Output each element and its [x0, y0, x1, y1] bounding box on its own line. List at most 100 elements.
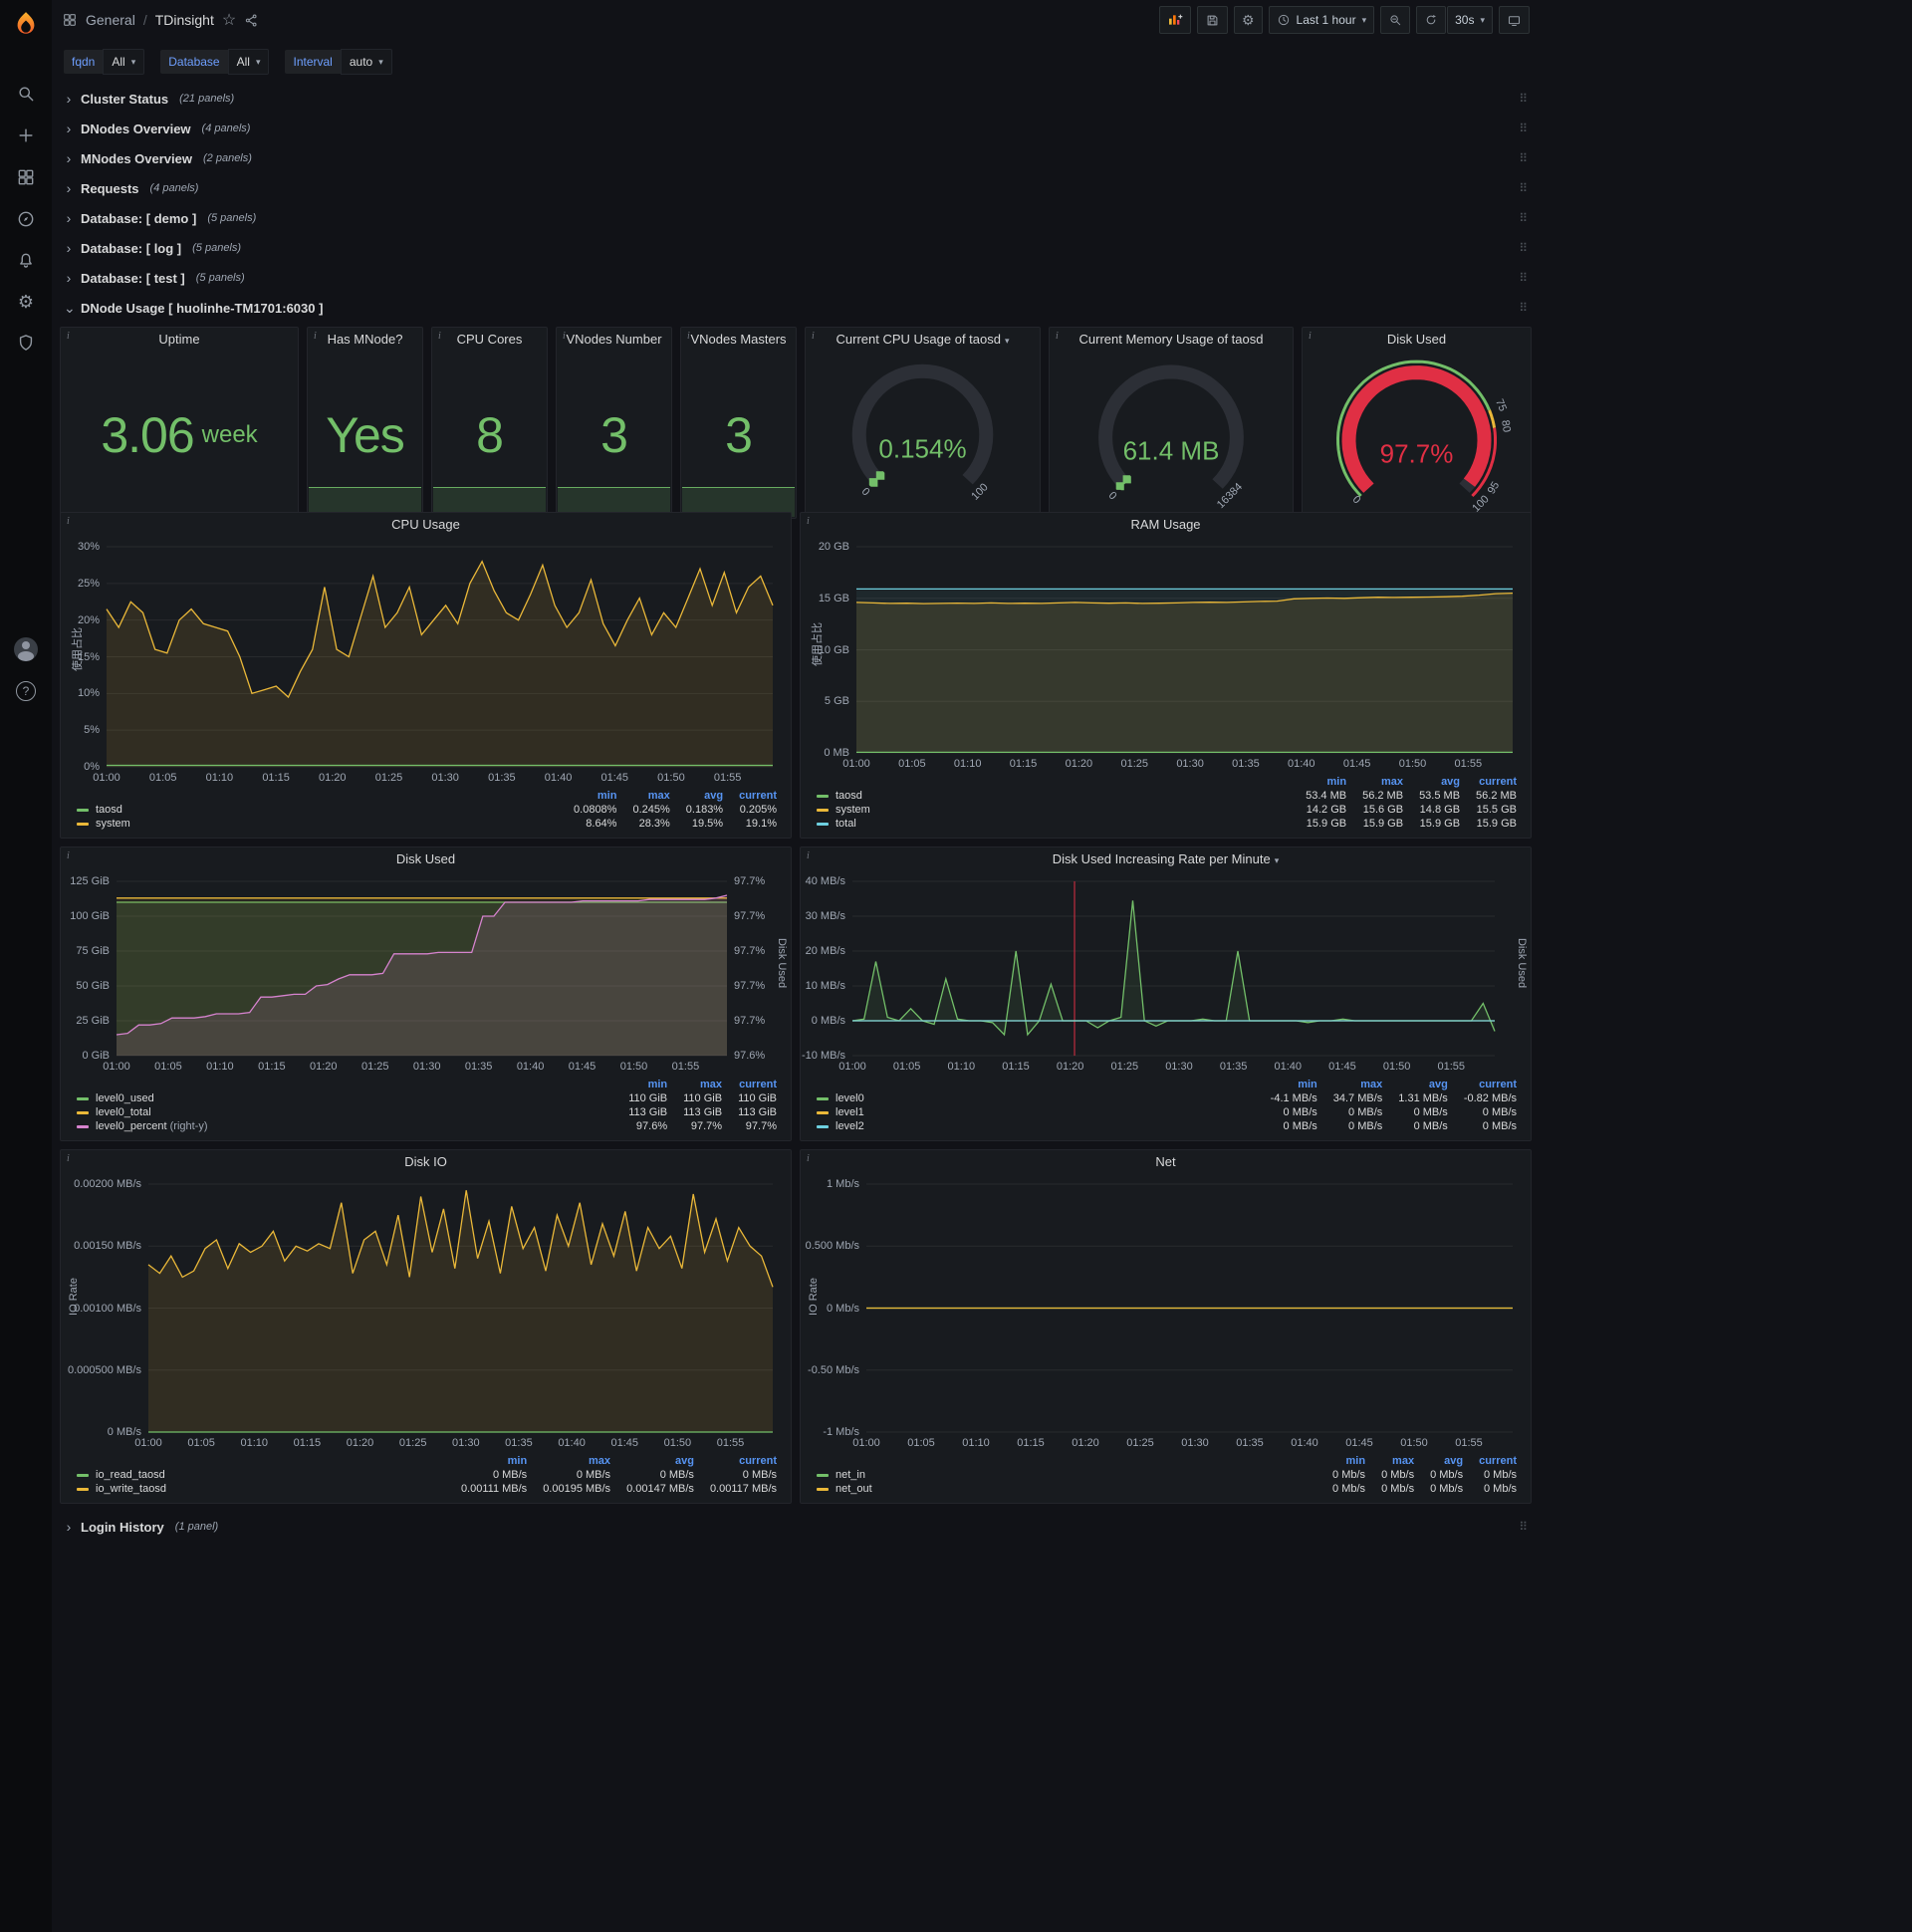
dashboard-row-login-history[interactable]: › Login History (1 panel) ⠿: [60, 1512, 1532, 1542]
panel-info-icon[interactable]: i: [1309, 331, 1312, 342]
dashboard-row-database-demo[interactable]: › Database: [ demo ] (5 panels) ⠿: [60, 203, 1532, 233]
panel-info-icon[interactable]: i: [67, 516, 70, 527]
drag-handle-icon[interactable]: ⠿: [1519, 211, 1528, 225]
variable-interval-value[interactable]: auto ▾: [340, 49, 392, 75]
legend-col-max[interactable]: max: [667, 1078, 722, 1091]
panel-title[interactable]: Disk Used: [1303, 328, 1531, 352]
legend-series-level0-percent[interactable]: level0_percent (right-y): [77, 1119, 612, 1133]
drag-handle-icon[interactable]: ⠿: [1519, 151, 1528, 165]
legend-col-min[interactable]: min: [1316, 1454, 1366, 1468]
drag-handle-icon[interactable]: ⠿: [1519, 121, 1528, 135]
grafana-logo-icon[interactable]: [12, 10, 40, 38]
variable-fqdn-value[interactable]: All ▾: [103, 49, 145, 75]
alerting-bell-icon[interactable]: [16, 251, 36, 271]
legend-series-level0-total[interactable]: level0_total: [77, 1105, 612, 1119]
legend-col-min[interactable]: min: [1255, 1078, 1317, 1091]
legend-col-avg[interactable]: avg: [1403, 775, 1460, 789]
legend-col-current[interactable]: current: [1460, 775, 1517, 789]
legend-series-level0[interactable]: level0: [817, 1091, 1255, 1105]
zoom-out-button[interactable]: [1380, 6, 1411, 34]
legend-col-max[interactable]: max: [1346, 775, 1403, 789]
legend-col-min[interactable]: min: [1290, 775, 1347, 789]
cycle-view-mode-button[interactable]: [1499, 6, 1530, 34]
dashboard-row-cluster-status[interactable]: › Cluster Status (21 panels) ⠿: [60, 84, 1532, 114]
panel-title[interactable]: Disk Used Increasing Rate per Minute ▾: [801, 847, 1531, 871]
chart-plot-disk[interactable]: 0 GiB 25 GiB 50 GiB 75 GiB 100 GiB 125 GiB 01:…: [61, 871, 791, 1076]
chart-plot-rate[interactable]: -10 MB/s 0 MB/s 10 MB/s 20 MB/s 30 MB/s 40 MB…: [801, 871, 1531, 1076]
panel-info-icon[interactable]: i: [807, 516, 810, 527]
save-dashboard-button[interactable]: [1196, 6, 1228, 34]
panel-info-icon[interactable]: i: [807, 1153, 810, 1164]
legend-series-total[interactable]: total: [817, 817, 1290, 831]
drag-handle-icon[interactable]: ⠿: [1519, 92, 1528, 106]
dashboard-row-mnodes-overview[interactable]: › MNodes Overview (2 panels) ⠿: [60, 143, 1532, 173]
legend-col-current[interactable]: current: [694, 1454, 777, 1468]
panel-title[interactable]: Uptime: [61, 328, 298, 352]
explore-compass-icon[interactable]: [16, 209, 36, 229]
refresh-interval-dropdown[interactable]: 30s ▾: [1447, 6, 1493, 34]
panel-title[interactable]: Disk IO: [61, 1150, 791, 1174]
panel-title[interactable]: Current CPU Usage of taosd ▾: [806, 328, 1040, 352]
panel-title[interactable]: Net: [801, 1150, 1531, 1174]
legend-col-min[interactable]: min: [445, 1454, 528, 1468]
legend-series-net-out[interactable]: net_out: [817, 1482, 1316, 1496]
legend-col-max[interactable]: max: [1365, 1454, 1414, 1468]
chart-plot-io[interactable]: 0 MB/s 0.000500 MB/s 0.00100 MB/s 0.00150 M…: [61, 1174, 791, 1452]
legend-col-avg[interactable]: avg: [1414, 1454, 1463, 1468]
legend-series-level2[interactable]: level2: [817, 1119, 1255, 1133]
panel-info-icon[interactable]: i: [563, 331, 566, 342]
legend-series-net-in[interactable]: net_in: [817, 1468, 1316, 1482]
variable-database-value[interactable]: All ▾: [227, 49, 270, 75]
dashboard-row-dnode-usage-huolinhe-tm1701-6030[interactable]: ⌄ DNode Usage [ huolinhe-TM1701:6030 ] ⠿: [60, 293, 1532, 323]
legend-series-taosd[interactable]: taosd: [817, 789, 1290, 803]
time-range-picker[interactable]: Last 1 hour ▾: [1268, 6, 1375, 34]
legend-col-max[interactable]: max: [527, 1454, 610, 1468]
add-panel-button[interactable]: [1158, 6, 1191, 34]
panel-info-icon[interactable]: i: [314, 331, 317, 342]
dashboard-row-database-test[interactable]: › Database: [ test ] (5 panels) ⠿: [60, 263, 1532, 293]
dashboard-row-database-log[interactable]: › Database: [ log ] (5 panels) ⠿: [60, 233, 1532, 263]
dashboards-icon[interactable]: [16, 167, 36, 187]
legend-series-taosd[interactable]: taosd: [77, 803, 558, 817]
legend-series-level1[interactable]: level1: [817, 1105, 1255, 1119]
dashboard-settings-button[interactable]: ⚙: [1233, 6, 1263, 34]
legend-col-min[interactable]: min: [612, 1078, 668, 1091]
legend-col-min[interactable]: min: [558, 789, 617, 803]
create-plus-icon[interactable]: [16, 125, 36, 145]
panel-title[interactable]: VNodes Masters: [681, 328, 796, 352]
search-icon[interactable]: [16, 84, 36, 104]
refresh-button[interactable]: [1416, 6, 1447, 34]
panel-title[interactable]: Current Memory Usage of taosd: [1050, 328, 1293, 352]
drag-handle-icon[interactable]: ⠿: [1519, 1520, 1528, 1534]
panel-title[interactable]: Disk Used: [61, 847, 791, 871]
legend-col-current[interactable]: current: [1448, 1078, 1517, 1091]
legend-col-current[interactable]: current: [722, 1078, 777, 1091]
chart-plot-net[interactable]: -1 Mb/s -0.50 Mb/s 0 Mb/s 0.500 Mb/s 1 Mb/s 0…: [801, 1174, 1531, 1452]
panel-title[interactable]: RAM Usage: [801, 513, 1531, 537]
dashboard-row-requests[interactable]: › Requests (4 panels) ⠿: [60, 173, 1532, 203]
panel-title[interactable]: Has MNode?: [308, 328, 422, 352]
panel-info-icon[interactable]: i: [687, 331, 690, 342]
panel-info-icon[interactable]: i: [1056, 331, 1059, 342]
legend-series-io-read-taosd[interactable]: io_read_taosd: [77, 1468, 445, 1482]
panel-info-icon[interactable]: i: [67, 1153, 70, 1164]
legend-col-max[interactable]: max: [1317, 1078, 1382, 1091]
drag-handle-icon[interactable]: ⠿: [1519, 301, 1528, 315]
legend-col-max[interactable]: max: [616, 789, 670, 803]
configuration-gear-icon[interactable]: ⚙: [18, 293, 34, 311]
user-avatar[interactable]: [14, 637, 38, 661]
help-icon[interactable]: ?: [16, 681, 36, 701]
dashboard-row-dnodes-overview[interactable]: › DNodes Overview (4 panels) ⠿: [60, 114, 1532, 143]
legend-col-current[interactable]: current: [1463, 1454, 1517, 1468]
legend-col-avg[interactable]: avg: [610, 1454, 694, 1468]
panel-info-icon[interactable]: i: [67, 850, 70, 861]
legend-series-system[interactable]: system: [817, 803, 1290, 817]
legend-col-current[interactable]: current: [723, 789, 777, 803]
breadcrumb-dashboard-title[interactable]: TDinsight: [155, 12, 214, 28]
legend-series-io-write-taosd[interactable]: io_write_taosd: [77, 1482, 445, 1496]
breadcrumb-folder[interactable]: General: [86, 12, 135, 28]
legend-col-avg[interactable]: avg: [1382, 1078, 1448, 1091]
drag-handle-icon[interactable]: ⠿: [1519, 181, 1528, 195]
panel-info-icon[interactable]: i: [67, 331, 70, 342]
panel-title[interactable]: VNodes Number: [557, 328, 671, 352]
